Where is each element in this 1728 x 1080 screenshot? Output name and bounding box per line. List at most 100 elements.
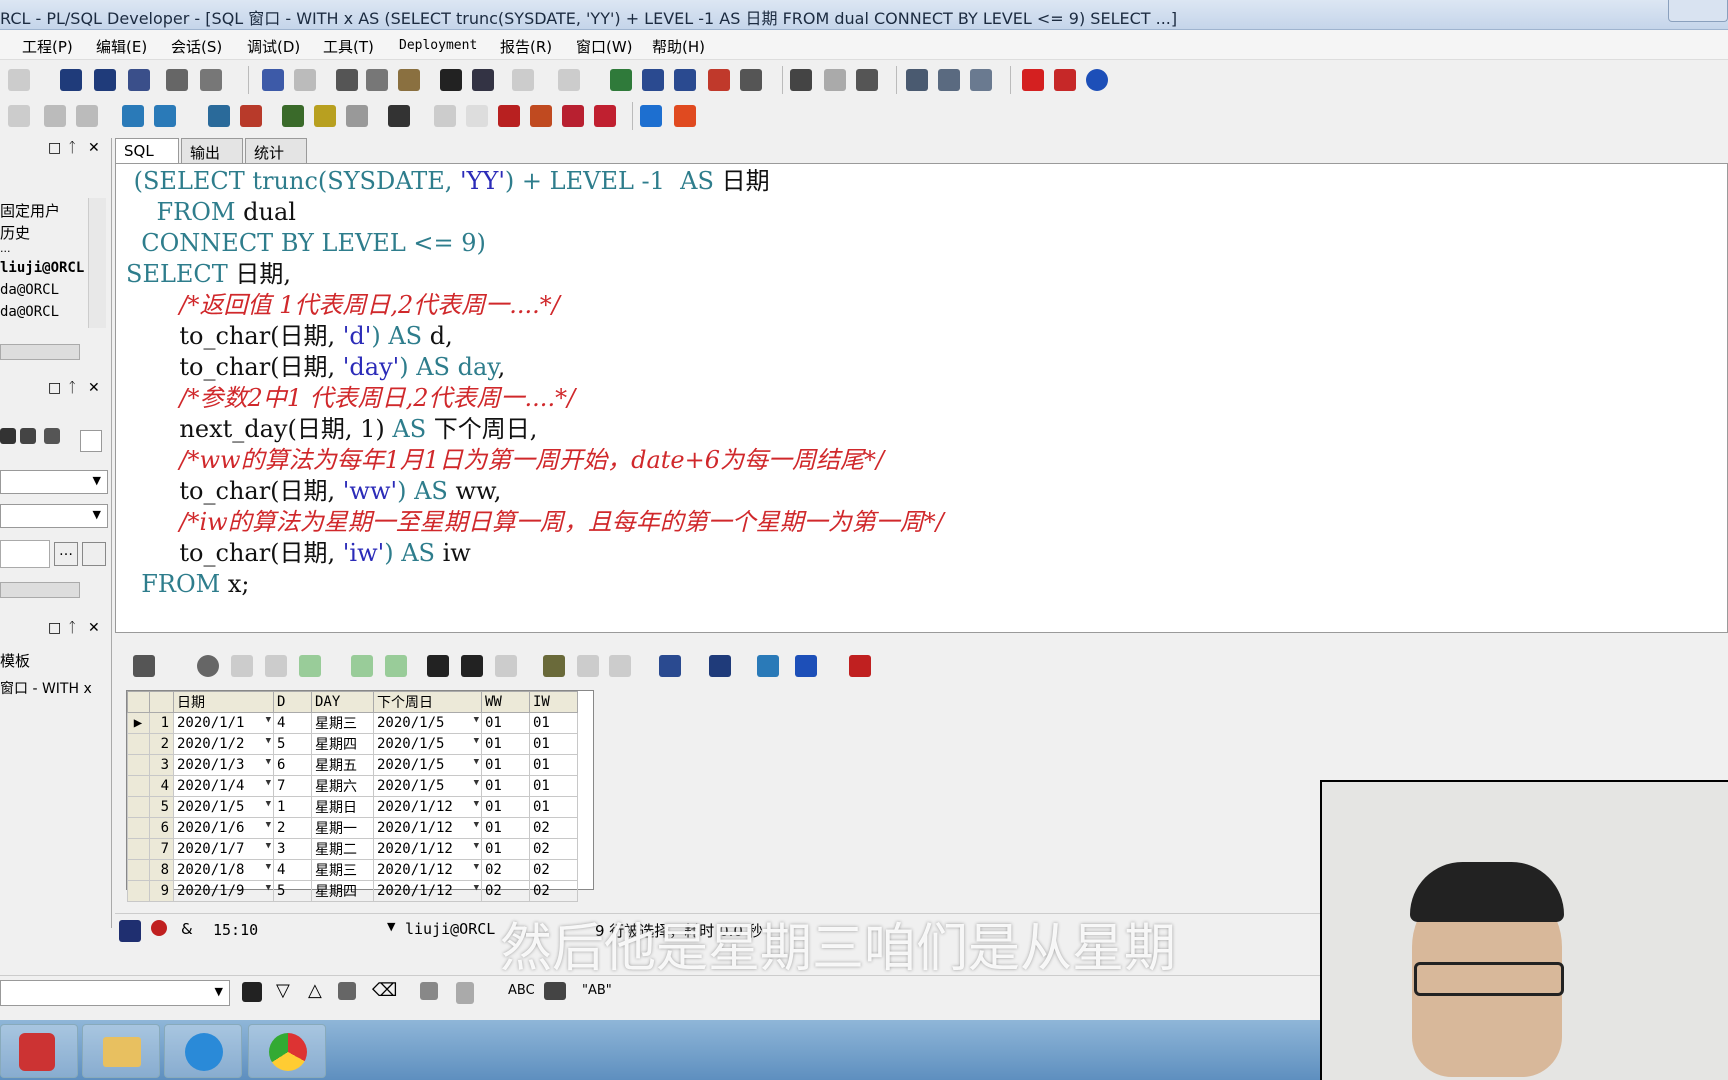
table-cell[interactable]: 2020/1/12 ▼ xyxy=(373,796,482,818)
code-line[interactable]: /*参数2中1 代表周日,2代表周一....*/ xyxy=(126,383,944,414)
code-line[interactable]: FROM dual xyxy=(126,197,944,228)
table-cell[interactable]: 6 xyxy=(273,754,312,776)
eraser-icon[interactable] xyxy=(466,105,488,127)
add-row-icon[interactable] xyxy=(231,655,253,677)
horizontal-scrollbar[interactable] xyxy=(0,582,80,598)
column-header[interactable]: 日期 xyxy=(173,691,274,713)
column-header[interactable]: IW xyxy=(529,691,578,713)
hammer-icon[interactable] xyxy=(790,69,812,91)
window-list-item[interactable]: 窗口 - WITH x xyxy=(0,678,96,698)
checkbox[interactable] xyxy=(80,430,102,452)
fetch-last-icon[interactable] xyxy=(385,655,407,677)
commit-icon[interactable] xyxy=(208,105,230,127)
filter-edit-icon[interactable] xyxy=(20,428,36,444)
taskbar-chrome[interactable] xyxy=(248,1024,326,1078)
tab-sql[interactable]: SQL xyxy=(115,138,179,164)
table-cell[interactable]: 5 xyxy=(273,733,312,755)
post-changes-icon[interactable] xyxy=(299,655,321,677)
oracle-icon[interactable] xyxy=(1022,69,1044,91)
list-item[interactable]: ... xyxy=(0,242,96,255)
table-cell[interactable]: 星期四 xyxy=(311,733,374,755)
row-indicator[interactable] xyxy=(127,817,150,839)
column-header[interactable]: DAY xyxy=(311,691,374,713)
chevron-down-icon[interactable]: ▼ xyxy=(266,862,273,872)
restore-icon[interactable]: □ xyxy=(48,140,61,156)
row-indicator[interactable] xyxy=(127,796,150,818)
chevron-down-icon[interactable]: ▼ xyxy=(266,841,273,851)
code-line[interactable]: SELECT 日期, xyxy=(126,259,944,290)
chevron-down-icon[interactable]: ▼ xyxy=(266,778,273,788)
chevron-down-icon[interactable]: ▼ xyxy=(474,757,481,767)
brush-icon[interactable] xyxy=(594,105,616,127)
code-line[interactable]: to_char(日期, 'd') AS d, xyxy=(126,321,944,352)
chevron-down-icon[interactable]: ▼ xyxy=(266,736,273,746)
rollback-icon[interactable] xyxy=(240,105,262,127)
chevron-down-icon[interactable]: ▼ xyxy=(266,883,273,893)
table-cell[interactable]: 01 xyxy=(529,796,578,818)
fetch-next-icon[interactable] xyxy=(351,655,373,677)
table-cell[interactable]: 2020/1/12 ▼ xyxy=(373,838,482,860)
tree-icon[interactable] xyxy=(659,655,681,677)
chevron-down-icon[interactable]: ▼ xyxy=(474,778,481,788)
table-cell[interactable]: 4 xyxy=(273,859,312,881)
user-select[interactable]: ▼ xyxy=(0,470,108,494)
close-icon[interactable]: ✕ xyxy=(88,140,100,156)
table-cell[interactable]: 02 xyxy=(481,859,530,881)
minimize-button[interactable] xyxy=(1668,0,1728,22)
pin-icon[interactable]: ᛏ xyxy=(68,140,76,156)
table-view-icon[interactable] xyxy=(849,655,871,677)
delete-row-icon[interactable] xyxy=(265,655,287,677)
table-cell[interactable]: 2 xyxy=(273,817,312,839)
horizontal-scrollbar[interactable] xyxy=(0,344,80,360)
tools-icon[interactable] xyxy=(282,105,304,127)
column-header[interactable]: WW xyxy=(481,691,530,713)
table-cell[interactable]: 01 xyxy=(529,754,578,776)
sql-code[interactable]: (SELECT trunc(SYSDATE, 'YY') + LEVEL -1 … xyxy=(126,166,944,600)
table-cell[interactable]: 01 xyxy=(481,796,530,818)
object-icon[interactable] xyxy=(530,105,552,127)
chevron-down-icon[interactable]: ▼ xyxy=(474,715,481,725)
restore-icon[interactable]: □ xyxy=(48,620,61,636)
list-item[interactable]: da@ORCL xyxy=(0,282,96,298)
database-icon[interactable] xyxy=(122,105,144,127)
row-indicator[interactable] xyxy=(127,859,150,881)
grid-icon[interactable] xyxy=(133,655,155,677)
save-icon[interactable] xyxy=(60,69,82,91)
table-cell[interactable]: 02 xyxy=(529,859,578,881)
table-cell[interactable]: 01 xyxy=(481,775,530,797)
indent-icon[interactable] xyxy=(642,69,664,91)
table-cell[interactable]: 2020/1/12 ▼ xyxy=(373,859,482,881)
menu-edit[interactable]: 编辑(E) xyxy=(96,36,147,57)
menu-project[interactable]: 工程(P) xyxy=(22,36,73,57)
recompile-icon[interactable] xyxy=(856,69,878,91)
save-all-icon[interactable] xyxy=(128,69,150,91)
search-input[interactable] xyxy=(0,540,50,568)
chevron-down-icon[interactable]: ▼ xyxy=(474,820,481,830)
table-cell[interactable]: 01 xyxy=(529,733,578,755)
find-next-icon[interactable]: ▽ xyxy=(276,980,290,1001)
column-header[interactable]: 下个周日 xyxy=(373,691,482,713)
chevron-down-icon[interactable]: ▼ xyxy=(474,841,481,851)
uppercase-icon[interactable] xyxy=(708,69,730,91)
find-object-icon[interactable] xyxy=(44,428,60,444)
eraser-icon[interactable]: ⌫ xyxy=(372,980,397,1001)
table-cell[interactable]: 2020/1/5 ▼ xyxy=(373,712,482,734)
table-cell[interactable]: 2020/1/12 ▼ xyxy=(373,880,482,902)
selection-icon[interactable] xyxy=(420,982,438,1000)
back-icon[interactable] xyxy=(512,69,534,91)
code-line[interactable]: (SELECT trunc(SYSDATE, 'YY') + LEVEL -1 … xyxy=(126,166,944,197)
reload-icon[interactable] xyxy=(151,920,167,936)
chevron-down-icon[interactable]: ▼ xyxy=(266,757,273,767)
table-cell[interactable]: 7 xyxy=(273,775,312,797)
template-icon[interactable] xyxy=(314,105,336,127)
row-indicator[interactable] xyxy=(127,880,150,902)
table-cell[interactable]: 01 xyxy=(481,712,530,734)
chevron-down-icon[interactable]: ▼ xyxy=(474,799,481,809)
table-cell[interactable]: 2020/1/5 ▼ xyxy=(373,775,482,797)
table-cell[interactable]: 2020/1/6 ▼ xyxy=(173,817,274,839)
chevron-down-icon[interactable]: ▼ xyxy=(474,883,481,893)
disabled-icon[interactable] xyxy=(434,105,456,127)
page-icon[interactable] xyxy=(456,982,474,1004)
table-cell[interactable]: 5 xyxy=(273,880,312,902)
code-line[interactable]: to_char(日期, 'day') AS day, xyxy=(126,352,944,383)
